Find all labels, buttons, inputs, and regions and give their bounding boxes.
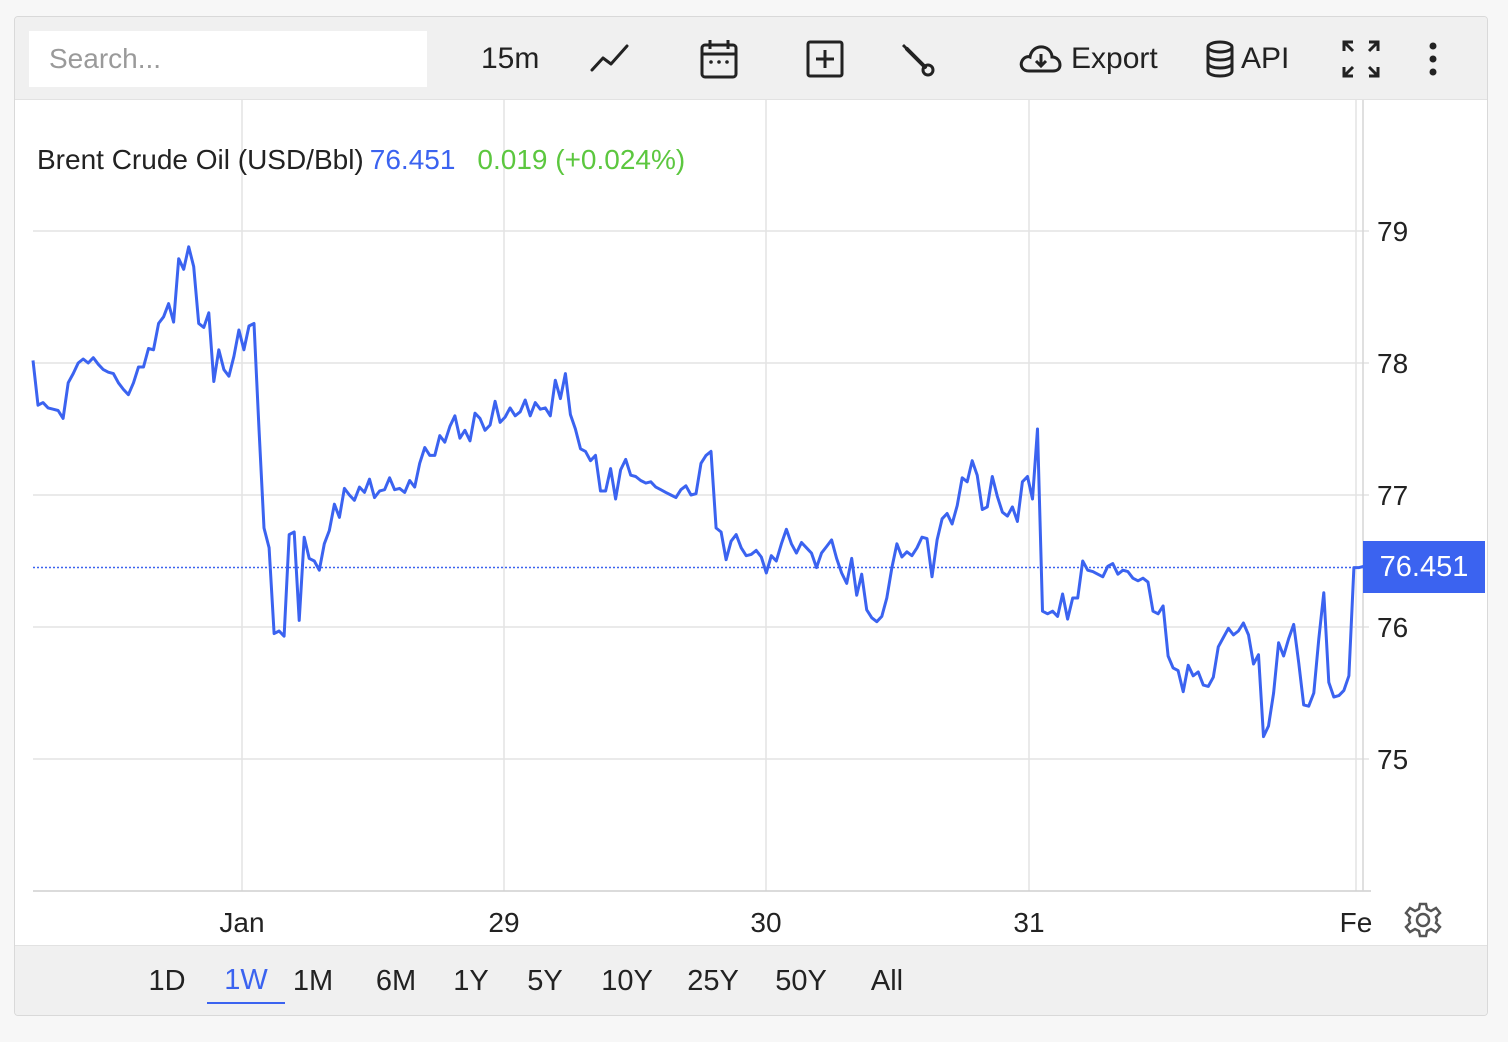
x-tick-label: 30 <box>750 907 781 938</box>
search-input[interactable] <box>29 31 427 87</box>
add-indicator-button[interactable] <box>805 35 845 83</box>
x-axis-ticks: Jan 29 30 31 Fe <box>219 907 1372 938</box>
chart-widget: 15m <box>14 16 1488 1016</box>
line-chart-icon <box>589 38 631 80</box>
export-button[interactable]: Export <box>1017 35 1158 83</box>
x-tick-label: 29 <box>488 907 519 938</box>
chart-area[interactable]: 75 76 77 78 79 Jan 29 30 31 Fe Brent Crude Oil (… <box>15 100 1487 945</box>
range-button-50y[interactable]: 50Y <box>767 958 835 1004</box>
expand-icon <box>1341 39 1381 79</box>
page-background: 15m <box>0 0 1508 1042</box>
date-range-button[interactable] <box>699 35 739 83</box>
x-tick-label: Jan <box>219 907 264 938</box>
range-button-10y[interactable]: 10Y <box>595 958 659 1004</box>
range-button-1d[interactable]: 1D <box>145 958 189 1004</box>
chart-settings-button[interactable] <box>1403 900 1443 940</box>
range-button-6m[interactable]: 6M <box>365 958 427 1004</box>
legend-change: 0.019 (+0.024%) <box>477 144 686 175</box>
calendar-icon <box>699 37 739 81</box>
chart-grid <box>33 100 1371 892</box>
y-tick-label: 79 <box>1377 216 1408 247</box>
gear-icon <box>1403 902 1443 944</box>
chart-legend: Brent Crude Oil (USD/Bbl) 76.451 0.019 (+0… <box>37 144 685 176</box>
y-tick-label: 76 <box>1377 612 1408 643</box>
api-button[interactable]: API <box>1205 35 1289 83</box>
api-label: API <box>1241 42 1290 75</box>
range-button-25y[interactable]: 25Y <box>679 958 747 1004</box>
y-axis-ticks: 75 76 77 78 79 <box>1377 216 1408 775</box>
more-options-button[interactable] <box>1423 35 1443 83</box>
y-tick-label: 75 <box>1377 744 1408 775</box>
y-tick-label: 78 <box>1377 348 1408 379</box>
chart-type-button[interactable] <box>589 35 631 83</box>
x-tick-label: 31 <box>1013 907 1044 938</box>
plus-box-icon <box>805 39 845 79</box>
tools-button[interactable] <box>897 35 937 83</box>
range-button-1w[interactable]: 1W <box>207 958 285 1004</box>
kebab-menu-icon <box>1423 39 1443 79</box>
legend-symbol: Brent Crude Oil (USD/Bbl) <box>37 144 364 175</box>
price-chart[interactable]: 75 76 77 78 79 Jan 29 30 31 Fe <box>15 100 1487 945</box>
fullscreen-button[interactable] <box>1341 35 1381 83</box>
current-price-tag: 76.451 <box>1363 541 1485 594</box>
series-line <box>31 245 1370 739</box>
time-range-bar: 1D 1W 1M 6M 1Y 5Y 10Y 25Y 50Y All <box>15 945 1487 1015</box>
range-button-all[interactable]: All <box>861 958 913 1004</box>
y-tick-label: 77 <box>1377 480 1408 511</box>
x-tick-label: Fe <box>1340 907 1373 938</box>
range-button-1y[interactable]: 1Y <box>447 958 495 1004</box>
range-button-1m[interactable]: 1M <box>285 958 341 1004</box>
interval-label: 15m <box>481 42 540 75</box>
cloud-download-icon <box>1017 41 1063 77</box>
legend-value: 76.451 <box>369 144 456 175</box>
chart-toolbar: 15m <box>15 17 1487 100</box>
wrench-icon <box>897 39 937 79</box>
export-label: Export <box>1071 42 1158 75</box>
database-icon <box>1205 40 1235 78</box>
range-button-5y[interactable]: 5Y <box>519 958 571 1004</box>
interval-selector[interactable]: 15m <box>481 35 539 83</box>
